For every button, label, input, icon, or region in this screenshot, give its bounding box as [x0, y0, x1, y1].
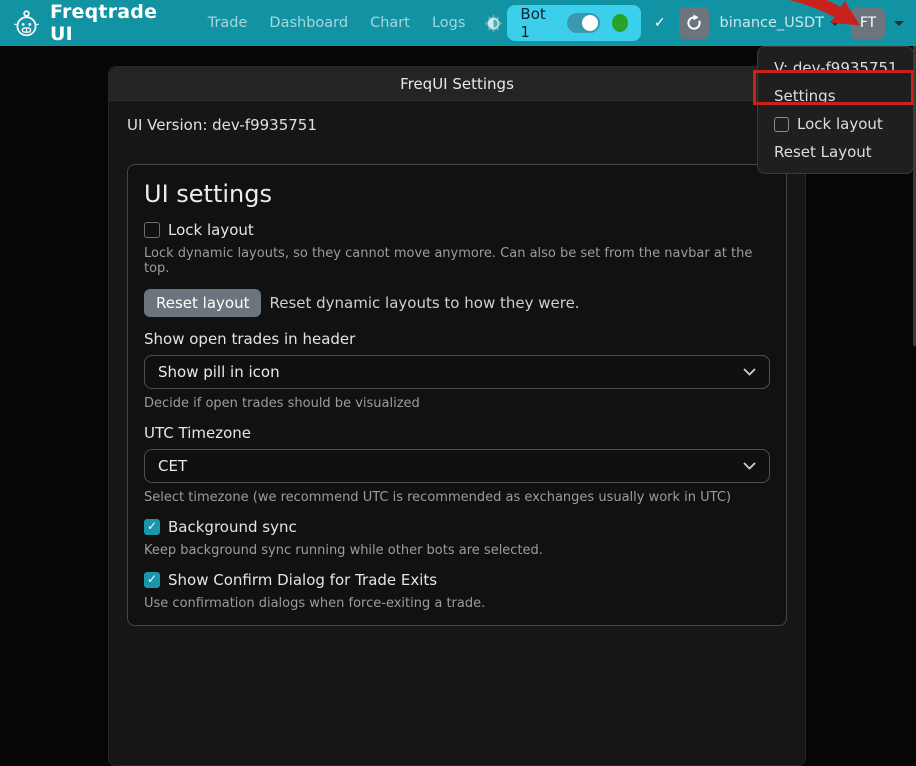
brand[interactable]: Freqtrade UI	[12, 1, 181, 45]
bot-selector-pill[interactable]: Bot 1	[507, 5, 640, 41]
confirm-dialog-row: Show Confirm Dialog for Trade Exits	[144, 571, 770, 589]
chevron-down-icon	[743, 368, 756, 376]
bot-name: Bot 1	[520, 5, 555, 41]
exchange-name: binance_USDT	[720, 15, 824, 31]
open-trades-description: Decide if open trades should be visualiz…	[144, 396, 770, 411]
reset-layout-description: Reset dynamic layouts to how they were.	[269, 294, 579, 312]
ui-settings-section: UI settings Lock layout Lock dynamic lay…	[127, 164, 787, 626]
frequi-settings-card: FreqUI Settings UI Version: dev-f9935751…	[108, 66, 806, 766]
exchange-selector[interactable]: binance_USDT	[720, 15, 840, 31]
reset-layout-button[interactable]: Reset layout	[144, 289, 261, 317]
background-sync-checkbox[interactable]	[144, 519, 160, 535]
refresh-icon	[685, 14, 703, 32]
confirm-dialog-checkbox[interactable]	[144, 572, 160, 588]
bot-toggle-knob	[582, 15, 598, 31]
background-sync-description: Keep background sync running while other…	[144, 543, 770, 558]
lock-layout-menu-checkbox[interactable]	[774, 117, 789, 132]
card-body: UI Version: dev-f9935751 UI settings Loc…	[109, 101, 805, 641]
user-avatar-button[interactable]: FT	[851, 8, 885, 39]
reset-layout-row: Reset layout Reset dynamic layouts to ho…	[144, 289, 770, 317]
menu-item-reset-layout[interactable]: Reset Layout	[758, 138, 913, 166]
section-title: UI settings	[144, 180, 770, 208]
bot-online-dot	[612, 14, 628, 32]
menu-item-version: V: dev-f9935751	[758, 54, 913, 82]
nav-link-chart[interactable]: Chart	[359, 9, 421, 37]
background-sync-label[interactable]: Background sync	[168, 518, 297, 536]
confirm-dialog-label[interactable]: Show Confirm Dialog for Trade Exits	[168, 571, 437, 589]
user-menu-caret-icon[interactable]	[894, 21, 904, 26]
brand-title: Freqtrade UI	[50, 1, 181, 45]
page-title: FreqUI Settings	[400, 75, 514, 93]
check-icon: ✓	[652, 15, 668, 31]
lock-layout-label[interactable]: Lock layout	[168, 221, 254, 239]
open-trades-select[interactable]: Show pill in icon	[144, 355, 770, 389]
lock-layout-checkbox[interactable]	[144, 222, 160, 238]
nav-link-logs[interactable]: Logs	[421, 9, 476, 37]
timezone-value: CET	[158, 457, 187, 475]
lock-layout-menu-label: Lock layout	[797, 115, 883, 133]
card-header: FreqUI Settings	[109, 67, 805, 101]
open-trades-value: Show pill in icon	[158, 363, 280, 381]
timezone-select[interactable]: CET	[144, 449, 770, 483]
refresh-button[interactable]	[679, 7, 709, 39]
nav-link-dashboard[interactable]: Dashboard	[258, 9, 359, 37]
user-dropdown-menu: V: dev-f9935751 Settings Lock layout Res…	[757, 46, 914, 174]
menu-item-lock-layout[interactable]: Lock layout	[758, 110, 913, 138]
nav-link-trade[interactable]: Trade	[197, 9, 259, 37]
chevron-down-icon	[743, 462, 756, 470]
background-sync-row: Background sync	[144, 518, 770, 536]
open-trades-label: Show open trades in header	[144, 330, 770, 348]
ui-version-text: UI Version: dev-f9935751	[127, 116, 787, 134]
user-initials: FT	[860, 15, 876, 31]
lock-layout-row: Lock layout	[144, 221, 770, 239]
navbar-right-cluster: Bot 1 ✓ binance_USDT FT	[507, 5, 906, 41]
nav-links: Trade Dashboard Chart Logs	[197, 9, 477, 37]
navbar: Freqtrade UI Trade Dashboard Chart Logs …	[0, 0, 916, 46]
bot-toggle[interactable]	[567, 13, 600, 33]
chevron-down-icon	[830, 21, 840, 26]
lock-layout-description: Lock dynamic layouts, so they cannot mov…	[144, 246, 770, 276]
robot-logo-icon	[12, 9, 41, 38]
menu-item-settings[interactable]: Settings	[758, 82, 913, 110]
timezone-description: Select timezone (we recommend UTC is rec…	[144, 490, 770, 505]
theme-toggle-icon[interactable]	[480, 10, 507, 37]
timezone-label: UTC Timezone	[144, 424, 770, 442]
